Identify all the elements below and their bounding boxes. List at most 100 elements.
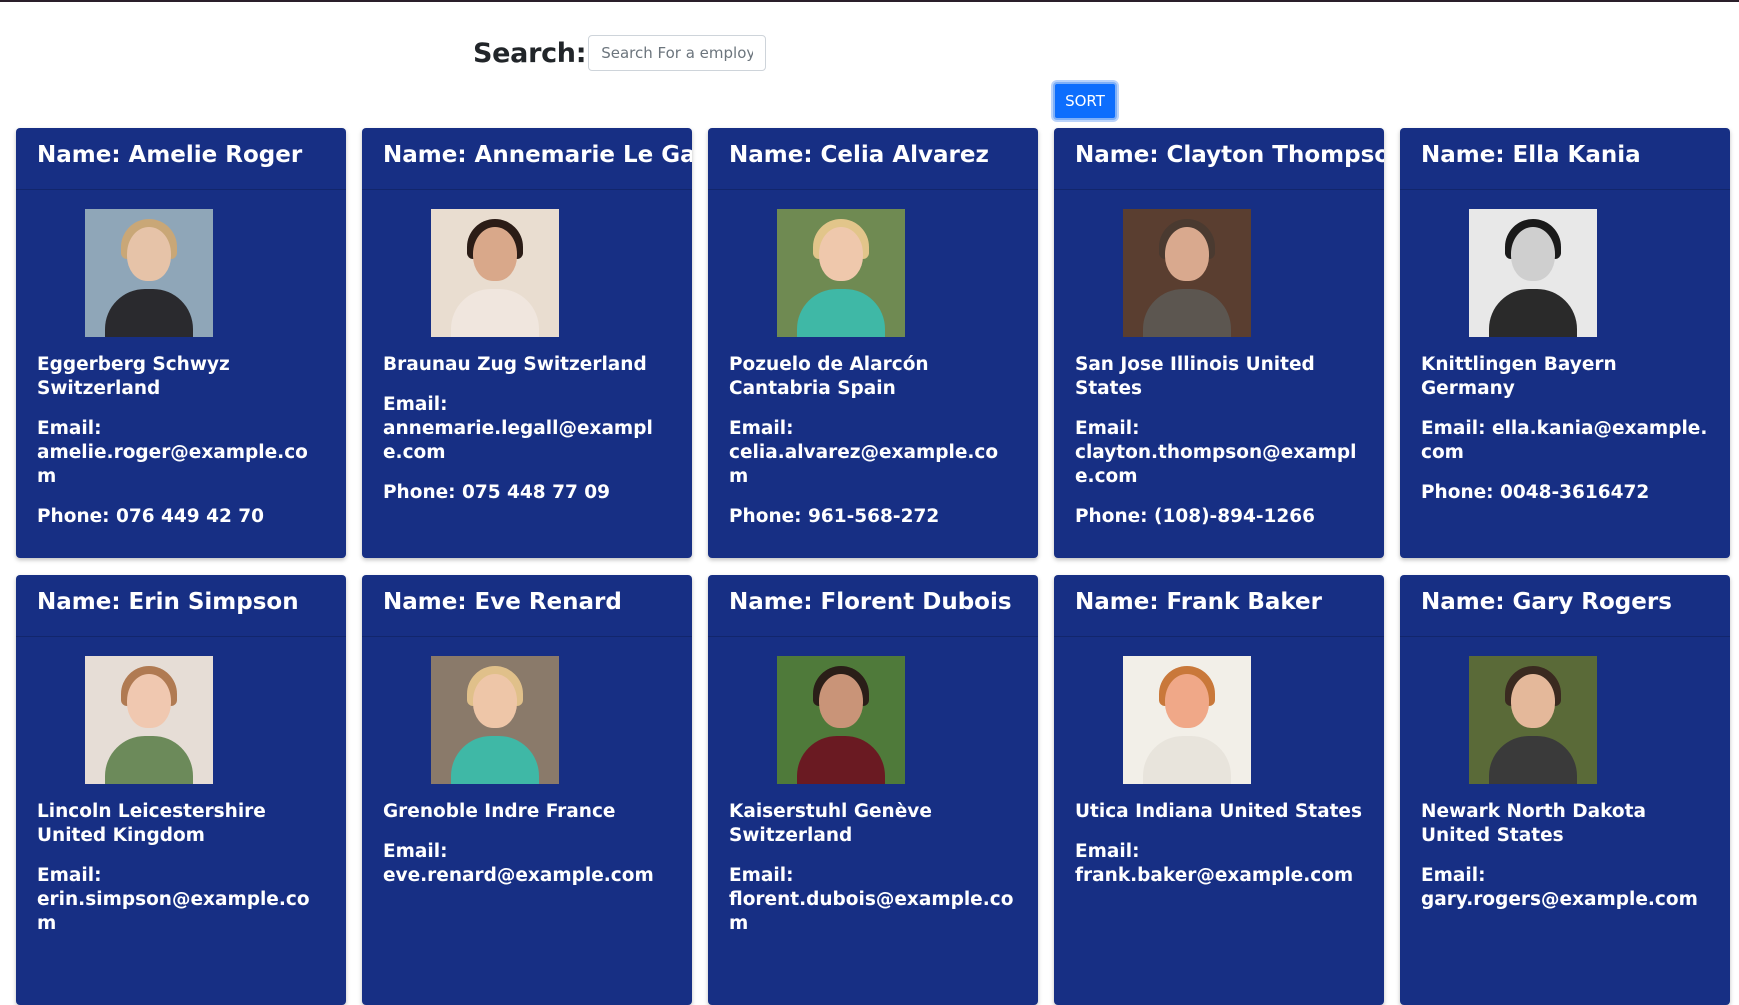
sort-button[interactable]: SORT (1053, 82, 1117, 120)
card-body: Braunau Zug Switzerland Email: annemarie.l… (362, 190, 692, 505)
card-body: Lincoln Leicestershire United Kingdom Ema… (16, 637, 346, 936)
employee-phone: Phone: 0048-3616472 (1421, 482, 1650, 503)
photo-head (127, 674, 171, 728)
photo-head (1165, 674, 1209, 728)
employee-email: Email: eve.renard@example.com (383, 840, 671, 888)
employee-name: Name: Clayton Thompson (1054, 128, 1384, 190)
employee-location: San Jose Illinois United States (1075, 354, 1315, 399)
email-label: Email: (37, 865, 102, 886)
employee-card: Name: Florent Dubois Kaiserstuhl Genève S… (708, 575, 1038, 1005)
photo-head (1511, 227, 1555, 281)
email-label: Email: (729, 865, 794, 886)
email-label: Email: (1075, 841, 1140, 862)
email-address: florent.dubois@example.com (729, 889, 1014, 934)
email-address: frank.baker@example.com (1075, 865, 1354, 886)
employee-email: Email: frank.baker@example.com (1075, 840, 1363, 888)
employee-photo (85, 209, 213, 337)
photo-head (819, 227, 863, 281)
employee-photo (1123, 209, 1251, 337)
employee-card: Name: Ella Kania Knittlingen Bayern Germa… (1400, 128, 1730, 558)
employee-phone: Phone: 076 449 42 70 (37, 506, 265, 527)
employee-card: Name: Erin Simpson Lincoln Leicestershire… (16, 575, 346, 1005)
employee-photo (1123, 656, 1251, 784)
photo-head (127, 227, 171, 281)
employee-phone: Phone: 075 448 77 09 (383, 482, 611, 503)
email-label: Email: (1075, 418, 1140, 439)
employee-location: Lincoln Leicestershire United Kingdom (37, 801, 266, 846)
email-label: Email: (37, 418, 102, 439)
employee-name: Name: Ella Kania (1400, 128, 1730, 190)
employee-location: Eggerberg Schwyz Switzerland (37, 354, 230, 399)
employee-grid: Name: Amelie Roger Eggerberg Schwyz Switz… (16, 128, 1731, 1005)
email-address: erin.simpson@example.com (37, 889, 310, 934)
email-label: Email: (729, 418, 794, 439)
employee-photo (431, 656, 559, 784)
card-body: Eggerberg Schwyz Switzerland Email: amelie… (16, 190, 346, 529)
employee-email: Email: clayton.thompson@example.com (1075, 417, 1363, 489)
employee-phone: Phone: 961-568-272 (729, 506, 940, 527)
employee-card: Name: Amelie Roger Eggerberg Schwyz Switz… (16, 128, 346, 558)
top-border (0, 0, 1739, 2)
email-address: celia.alvarez@example.com (729, 442, 999, 487)
photo-head (1165, 227, 1209, 281)
employee-location: Grenoble Indre France (383, 801, 616, 822)
employee-name: Name: Amelie Roger (16, 128, 346, 190)
employee-location: Pozuelo de Alarcón Cantabria Spain (729, 354, 929, 399)
search-input[interactable] (588, 35, 767, 71)
email-address: gary.rogers@example.com (1421, 889, 1698, 910)
employee-photo (777, 656, 905, 784)
employee-card: Name: Clayton Thompson San Jose Illinois … (1054, 128, 1384, 558)
employee-photo (777, 209, 905, 337)
photo-head (1511, 674, 1555, 728)
employee-card: Name: Annemarie Le Gall Braunau Zug Switz… (362, 128, 692, 558)
employee-email: Email: gary.rogers@example.com (1421, 864, 1709, 912)
employee-name: Name: Eve Renard (362, 575, 692, 637)
card-body: Grenoble Indre France Email: eve.renard@ex… (362, 637, 692, 888)
employee-card: Name: Eve Renard Grenoble Indre France Ema… (362, 575, 692, 1005)
card-body: Kaiserstuhl Genève Switzerland Email: flor… (708, 637, 1038, 936)
employee-photo (1469, 209, 1597, 337)
email-label: Email: (1421, 418, 1486, 439)
employee-name: Name: Gary Rogers (1400, 575, 1730, 637)
employee-photo (85, 656, 213, 784)
employee-location: Kaiserstuhl Genève Switzerland (729, 801, 932, 846)
employee-location: Newark North Dakota United States (1421, 801, 1646, 846)
employee-location: Utica Indiana United States (1075, 801, 1362, 822)
card-body: Newark North Dakota United States Email: g… (1400, 637, 1730, 912)
employee-email: Email: amelie.roger@example.com (37, 417, 325, 489)
employee-email: Email: florent.dubois@example.com (729, 864, 1017, 936)
email-label: Email: (383, 841, 448, 862)
employee-phone: Phone: (108)-894-1266 (1075, 506, 1315, 527)
card-body: Knittlingen Bayern Germany Email: ella.ka… (1400, 190, 1730, 505)
employee-name: Name: Frank Baker (1054, 575, 1384, 637)
employee-location: Knittlingen Bayern Germany (1421, 354, 1617, 399)
card-body: Pozuelo de Alarcón Cantabria Spain Email:… (708, 190, 1038, 529)
employee-location: Braunau Zug Switzerland (383, 354, 647, 375)
photo-head (473, 227, 517, 281)
email-label: Email: (1421, 865, 1486, 886)
card-body: Utica Indiana United States Email: frank.b… (1054, 637, 1384, 888)
email-label: Email: (383, 394, 448, 415)
employee-name: Name: Celia Alvarez (708, 128, 1038, 190)
search-label: Search: (473, 37, 587, 69)
employee-name: Name: Annemarie Le Gall (362, 128, 692, 190)
employee-email: Email: ella.kania@example.com (1421, 417, 1709, 465)
photo-head (819, 674, 863, 728)
employee-email: Email: celia.alvarez@example.com (729, 417, 1017, 489)
search-bar: Search: (473, 34, 767, 72)
employee-card: Name: Frank Baker Utica Indiana United St… (1054, 575, 1384, 1005)
email-address: amelie.roger@example.com (37, 442, 308, 487)
employee-email: Email: erin.simpson@example.com (37, 864, 325, 936)
employee-photo (431, 209, 559, 337)
card-body: San Jose Illinois United States Email: cla… (1054, 190, 1384, 529)
employee-name: Name: Erin Simpson (16, 575, 346, 637)
employee-name: Name: Florent Dubois (708, 575, 1038, 637)
employee-card: Name: Gary Rogers Newark North Dakota Uni… (1400, 575, 1730, 1005)
employee-card: Name: Celia Alvarez Pozuelo de Alarcón Ca… (708, 128, 1038, 558)
photo-head (473, 674, 517, 728)
email-address: clayton.thompson@example.com (1075, 442, 1357, 487)
employee-photo (1469, 656, 1597, 784)
employee-email: Email: annemarie.legall@example.com (383, 393, 671, 465)
email-address: eve.renard@example.com (383, 865, 654, 886)
email-address: annemarie.legall@example.com (383, 418, 653, 463)
